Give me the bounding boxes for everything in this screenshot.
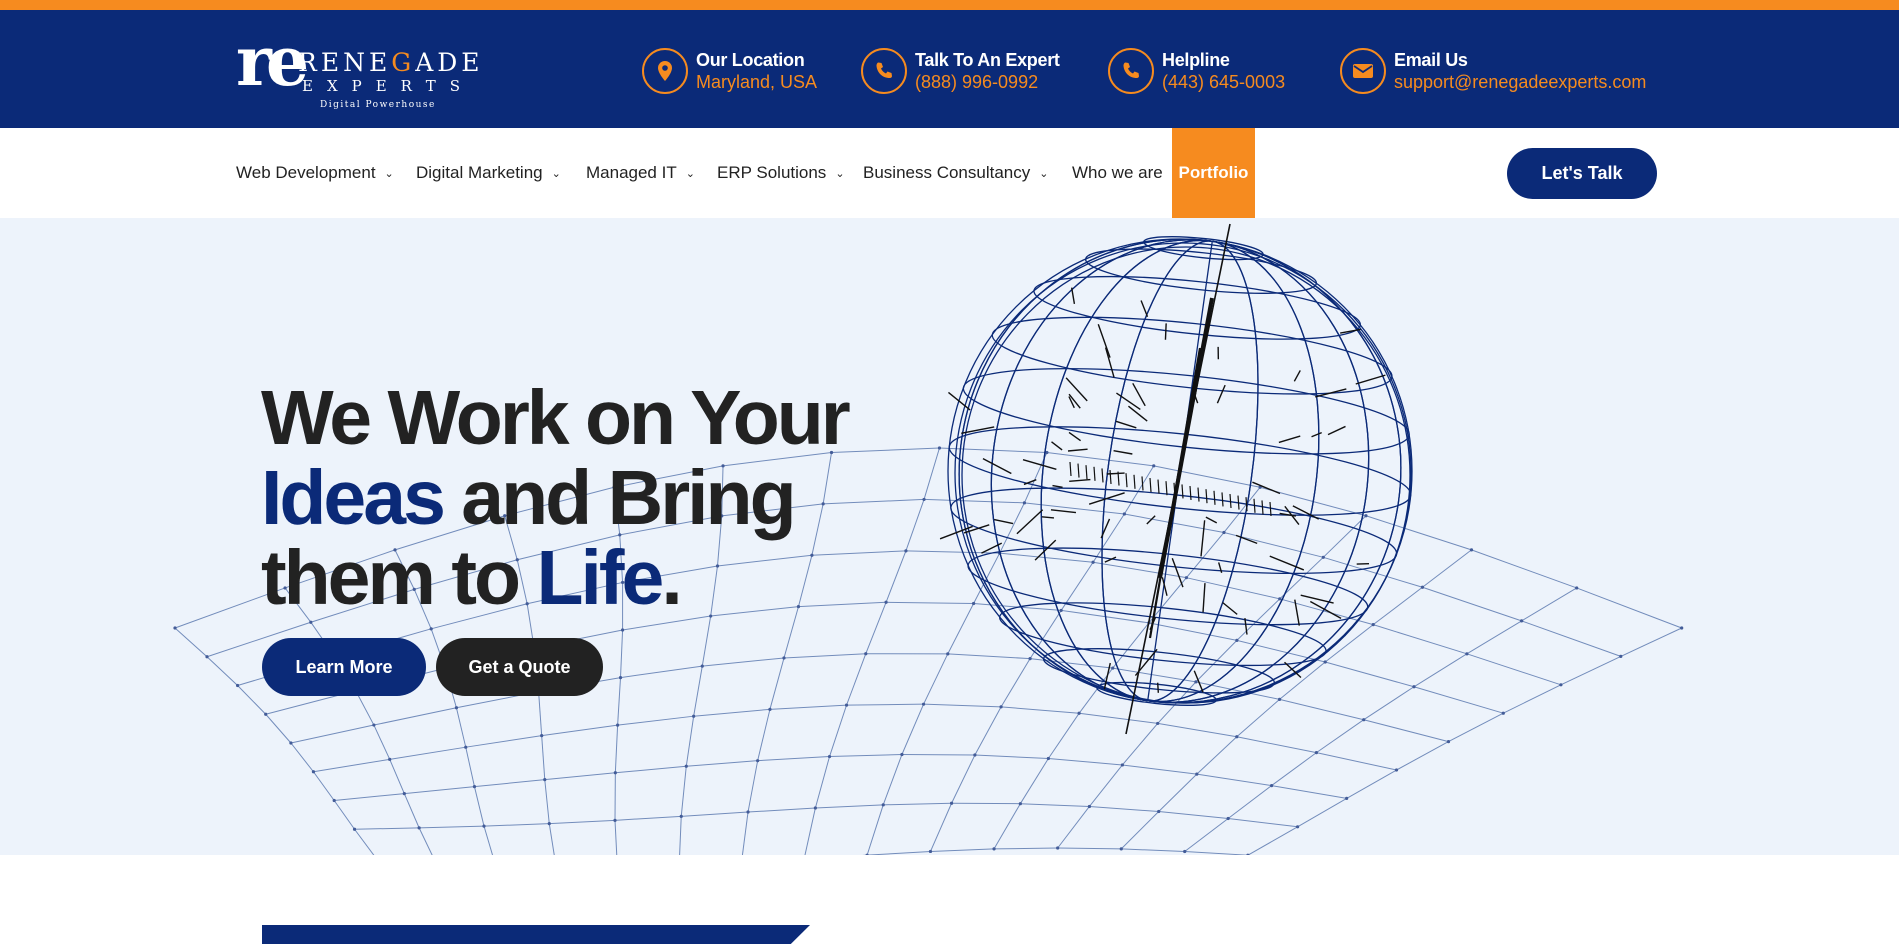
learn-more-button[interactable]: Learn More <box>262 638 426 696</box>
contact-title: Email Us <box>1394 50 1468 70</box>
headline-line-3: them to <box>261 535 537 621</box>
brand-logo[interactable]: re RENEGADE EXPERTS Digital Powerhouse <box>236 28 480 114</box>
main-navigation: Web Development ⌄ Digital Marketing ⌄ Mana… <box>0 128 1899 218</box>
chevron-down-icon: ⌄ <box>1039 167 1049 180</box>
hero-headline: We Work on Your Ideas and Bring them to … <box>261 375 851 621</box>
nav-item-label: ERP Solutions <box>717 163 827 182</box>
contact-value[interactable]: Maryland, USA <box>696 71 817 93</box>
nav-item-label: Who we are <box>1072 163 1163 182</box>
contact-location: Our Location Maryland, USA <box>642 46 817 96</box>
nav-item-label: Digital Marketing <box>416 163 543 182</box>
contact-expert: Talk To An Expert (888) 996-0992 <box>861 46 1060 96</box>
contact-value[interactable]: support@renegadeexperts.com <box>1394 71 1646 93</box>
phone-icon <box>861 48 907 94</box>
contact-value[interactable]: (443) 645-0003 <box>1162 71 1285 93</box>
nav-item-erp-solutions[interactable]: ERP Solutions ⌄ <box>717 128 845 218</box>
headline-ideas: Ideas <box>261 455 446 541</box>
logo-mark: re <box>236 22 309 102</box>
nav-item-who-we-are[interactable]: Who we are <box>1072 128 1163 218</box>
top-accent-strip <box>0 0 1899 10</box>
headline-line-1: We Work on Your <box>261 375 851 461</box>
contact-title: Our Location <box>696 50 805 70</box>
contact-title: Talk To An Expert <box>915 50 1060 70</box>
logo-wordmark: RENEGADE <box>298 48 484 77</box>
contact-helpline: Helpline (443) 645-0003 <box>1108 46 1285 96</box>
phone-icon <box>1108 48 1154 94</box>
chevron-down-icon: ⌄ <box>685 167 695 180</box>
get-a-quote-button[interactable]: Get a Quote <box>436 638 603 696</box>
nav-item-label: Managed IT <box>586 163 677 182</box>
headline-line-2: and Bring <box>442 455 796 541</box>
contact-value[interactable]: (888) 996-0992 <box>915 71 1060 93</box>
headline-period: . <box>661 535 682 621</box>
chevron-down-icon: ⌄ <box>384 167 394 180</box>
nav-item-label: Portfolio <box>1178 163 1249 182</box>
section-banner <box>262 925 810 944</box>
contact-title: Helpline <box>1162 50 1230 70</box>
contact-email: Email Us support@renegadeexperts.com <box>1340 46 1646 96</box>
hero-section: We Work on Your Ideas and Bring them to … <box>0 218 1899 855</box>
nav-item-digital-marketing[interactable]: Digital Marketing ⌄ <box>416 128 561 218</box>
nav-item-portfolio[interactable]: Portfolio <box>1172 128 1255 218</box>
nav-item-label: Business Consultancy <box>863 163 1031 182</box>
header-bar: re RENEGADE EXPERTS Digital Powerhouse O… <box>0 10 1899 128</box>
logo-subword: EXPERTS <box>302 77 474 95</box>
chevron-down-icon: ⌄ <box>551 167 561 180</box>
envelope-icon <box>1340 48 1386 94</box>
nav-item-business-consultancy[interactable]: Business Consultancy ⌄ <box>863 128 1048 218</box>
chevron-down-icon: ⌄ <box>835 167 845 180</box>
logo-tagline: Digital Powerhouse <box>320 100 436 110</box>
location-pin-icon <box>642 48 688 94</box>
nav-item-web-development[interactable]: Web Development ⌄ <box>236 128 394 218</box>
nav-item-managed-it[interactable]: Managed IT ⌄ <box>586 128 695 218</box>
headline-life: Life <box>536 535 664 621</box>
nav-item-label: Web Development <box>236 163 376 182</box>
lets-talk-button[interactable]: Let's Talk <box>1507 148 1657 199</box>
